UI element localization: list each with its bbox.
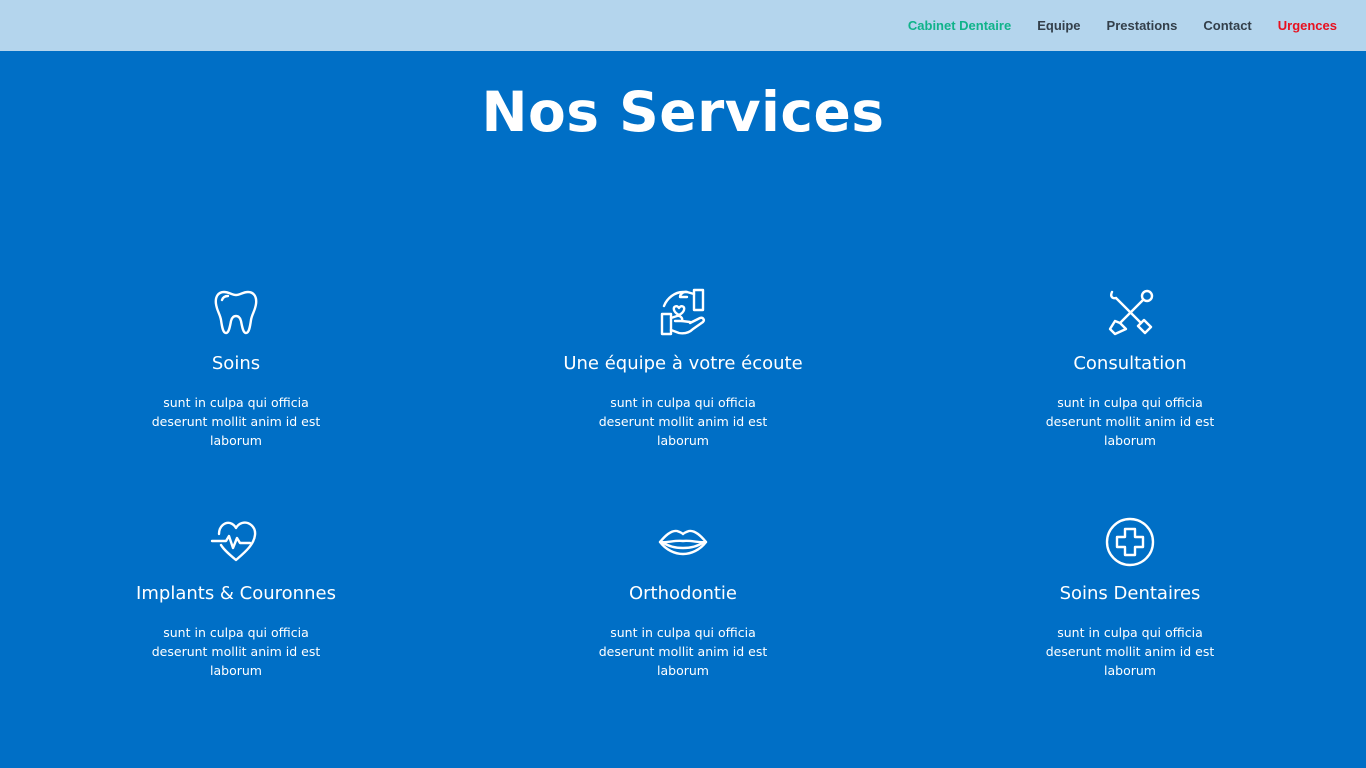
nav-link-equipe[interactable]: Equipe: [1037, 18, 1080, 33]
service-card-consultation: Consultation sunt in culpa qui officia d…: [980, 286, 1280, 450]
service-card-equipe: Une équipe à votre écoute sunt in culpa …: [533, 286, 833, 450]
service-description: sunt in culpa qui officia deserunt molli…: [598, 625, 768, 678]
medical-cross-icon: [1105, 517, 1155, 567]
nav-link-urgences[interactable]: Urgences: [1278, 18, 1337, 33]
top-navigation-bar: Cabinet Dentaire Equipe Prestations Cont…: [0, 0, 1366, 51]
dental-tools-icon: [1108, 289, 1154, 336]
service-title: Une équipe à votre écoute: [563, 353, 803, 374]
nav-link-contact[interactable]: Contact: [1203, 18, 1251, 33]
service-title: Orthodontie: [628, 583, 738, 604]
service-card-implants: Implants & Couronnes sunt in culpa qui o…: [86, 516, 386, 680]
heart-pulse-icon: [210, 521, 257, 562]
service-description: sunt in culpa qui officia deserunt molli…: [1045, 625, 1215, 678]
lips-icon: [658, 529, 708, 556]
nav-link-cabinet-dentaire[interactable]: Cabinet Dentaire: [908, 18, 1011, 33]
page-title: Nos Services: [481, 80, 885, 144]
service-card-orthodontie: Orthodontie sunt in culpa qui officia de…: [533, 516, 833, 680]
service-description: sunt in culpa qui officia deserunt molli…: [151, 625, 321, 678]
service-description: sunt in culpa qui officia deserunt molli…: [1045, 395, 1215, 448]
main-nav: Cabinet Dentaire Equipe Prestations Cont…: [908, 0, 1337, 51]
service-title: Consultation: [1073, 353, 1187, 374]
hand-heart-icon: [660, 288, 705, 336]
service-title: Soins: [211, 353, 261, 374]
tooth-icon: [214, 290, 258, 335]
service-title: Soins Dentaires: [1059, 583, 1201, 604]
service-description: sunt in culpa qui officia deserunt molli…: [598, 395, 768, 448]
service-description: sunt in culpa qui officia deserunt molli…: [151, 395, 321, 448]
service-card-soins: Soins sunt in culpa qui officia deserunt…: [86, 286, 386, 450]
service-card-soins-dentaires: Soins Dentaires sunt in culpa qui offici…: [980, 516, 1280, 680]
service-title: Implants & Couronnes: [136, 583, 336, 604]
nav-link-prestations[interactable]: Prestations: [1107, 18, 1178, 33]
